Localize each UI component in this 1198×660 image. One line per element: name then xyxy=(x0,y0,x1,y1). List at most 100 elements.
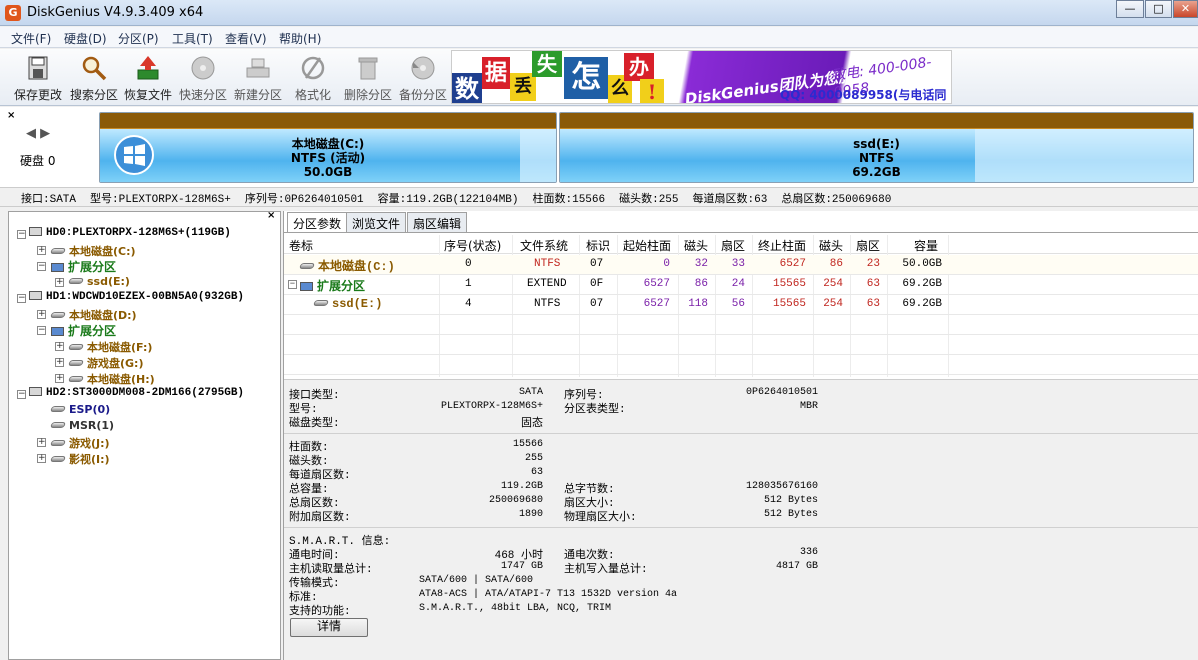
details-button[interactable]: 详情 xyxy=(290,618,368,637)
partition-bar-c[interactable]: 本地磁盘(C:) NTFS (活动) 50.0GB xyxy=(99,112,557,183)
expand-icon[interactable]: + xyxy=(37,246,46,255)
tab-partition-params[interactable]: 分区参数 xyxy=(287,212,348,233)
tree-hd2[interactable]: HD2:ST3000DM008-2DM166(2795GB) xyxy=(29,387,244,399)
tree-partition-g[interactable]: 游戏盘(G:) xyxy=(67,355,143,371)
search-partition-button[interactable]: 搜索分区 xyxy=(67,51,121,105)
menu-help[interactable]: 帮助(H) xyxy=(279,30,321,47)
quick-partition-icon xyxy=(191,56,215,80)
collapse-icon[interactable]: − xyxy=(37,262,46,271)
drive-icon xyxy=(67,278,85,284)
col-end-sector[interactable]: 扇区 xyxy=(856,237,880,254)
expand-icon[interactable]: + xyxy=(55,358,64,367)
expand-icon[interactable]: + xyxy=(55,278,64,287)
table-row-empty xyxy=(284,355,1198,375)
col-filesystem[interactable]: 文件系统 xyxy=(520,237,568,254)
window-title: DiskGenius V4.9.3.409 x64 xyxy=(27,5,204,20)
format-button[interactable]: 格式化 xyxy=(286,51,340,105)
tree-partition-msr[interactable]: MSR(1) xyxy=(49,419,114,432)
expand-icon[interactable]: + xyxy=(55,374,64,383)
col-id[interactable]: 标识 xyxy=(586,237,610,254)
row-capacity: 69.2GB xyxy=(902,298,942,310)
prop-physical-sector-size: 512 Bytes xyxy=(763,509,818,520)
new-partition-label: 新建分区 xyxy=(233,88,282,102)
prop-power-count: 336 xyxy=(799,547,818,558)
col-end-head[interactable]: 磁头 xyxy=(819,237,843,254)
col-start-sector[interactable]: 扇区 xyxy=(721,237,745,254)
drive-icon xyxy=(49,440,67,446)
col-number[interactable]: 序号(状态) xyxy=(444,237,501,254)
new-partition-button[interactable]: 新建分区 xyxy=(231,51,285,105)
collapse-icon[interactable]: − xyxy=(17,390,26,399)
col-start-head[interactable]: 磁头 xyxy=(684,237,708,254)
tree-partition-i[interactable]: 影视(I:) xyxy=(49,451,110,467)
close-disk-map-icon[interactable]: × xyxy=(7,110,15,121)
close-button[interactable]: ✕ xyxy=(1173,0,1198,18)
expand-icon[interactable]: + xyxy=(55,342,64,351)
col-end-cylinder[interactable]: 终止柱面 xyxy=(758,237,806,254)
expand-icon[interactable]: + xyxy=(37,454,46,463)
menu-view[interactable]: 查看(V) xyxy=(225,30,267,47)
collapse-icon[interactable]: − xyxy=(17,294,26,303)
tab-browse-files[interactable]: 浏览文件 xyxy=(346,212,407,232)
col-volume-label[interactable]: 卷标 xyxy=(289,237,313,254)
tree-partition-h[interactable]: 本地磁盘(H:) xyxy=(67,371,155,387)
tab-underline xyxy=(284,232,1198,233)
disk-nav-arrows-icon[interactable]: ◀ ▶ xyxy=(26,126,50,141)
partition-bar-e[interactable]: ssd(E:) NTFS 69.2GB xyxy=(559,112,1194,183)
info-interface: 接口:SATA xyxy=(21,194,77,206)
table-row[interactable]: ssd(E:) 4 NTFS 07 6527 118 56 15565 254 … xyxy=(284,295,1198,315)
tree-partition-esp[interactable]: ESP(0) xyxy=(49,403,110,416)
prop-label: 主机写入量总计: xyxy=(564,564,648,576)
backup-partition-label: 备份分区 xyxy=(398,88,447,102)
collapse-icon[interactable]: − xyxy=(37,326,46,335)
table-row[interactable]: 本地磁盘(C:) 0 NTFS 07 0 32 33 6527 86 23 50… xyxy=(284,255,1198,275)
tree-label: 本地磁盘(F:) xyxy=(87,341,153,354)
drive-icon xyxy=(49,456,67,462)
disk-label: 硬盘 0 xyxy=(20,154,56,168)
col-capacity[interactable]: 容量 xyxy=(914,237,938,254)
delete-partition-button[interactable]: 删除分区 xyxy=(341,51,395,105)
menu-tools[interactable]: 工具(T) xyxy=(172,30,213,47)
tree-partition-e[interactable]: ssd(E:) xyxy=(67,275,130,288)
table-row-empty xyxy=(284,335,1198,355)
menu-bar: 文件(F) 硬盘(D) 分区(P) 工具(T) 查看(V) 帮助(H) xyxy=(0,27,1198,48)
table-row[interactable]: − 扩展分区 1 EXTEND 0F 6527 86 24 15565 254 … xyxy=(284,275,1198,295)
quick-partition-button[interactable]: 快速分区 xyxy=(176,51,230,105)
info-spt: 每道扇区数:63 xyxy=(692,194,768,206)
tree-partition-d[interactable]: 本地磁盘(D:) xyxy=(49,307,137,323)
col-start-cylinder[interactable]: 起始柱面 xyxy=(623,237,671,254)
row-start-sec: 24 xyxy=(731,278,745,290)
drive-icon xyxy=(67,360,85,366)
close-tree-icon[interactable]: × xyxy=(267,210,275,221)
expand-icon[interactable]: + xyxy=(37,310,46,319)
collapse-icon[interactable]: − xyxy=(17,230,26,239)
backup-icon xyxy=(411,56,435,80)
tree-label: 影视(I:) xyxy=(69,453,110,466)
row-end-head: 254 xyxy=(823,298,843,310)
tree-extended-partition[interactable]: 扩展分区 xyxy=(51,258,116,275)
expand-icon[interactable]: + xyxy=(37,438,46,447)
tree-hd0[interactable]: HD0:PLEXTORPX-128M6S+(119GB) xyxy=(29,227,231,239)
maximize-button[interactable]: □ xyxy=(1145,0,1172,18)
prop-standard: ATA8-ACS | ATA/ATAPI-7 T13 1532D version… xyxy=(419,589,678,600)
tree-label: 本地磁盘(D:) xyxy=(69,309,137,322)
tree-hd1[interactable]: HD1:WDCWD10EZEX-00BN5A0(932GB) xyxy=(29,291,244,303)
menu-disk[interactable]: 硬盘(D) xyxy=(64,30,107,47)
tree-partition-j[interactable]: 游戏(J:) xyxy=(49,435,110,451)
ad-banner[interactable]: 数 据 丢 失 怎 么 办 ! DiskGenius团队为您服务! 致电: 40… xyxy=(451,50,952,104)
backup-partition-button[interactable]: 备份分区 xyxy=(396,51,450,105)
minimize-button[interactable]: — xyxy=(1116,0,1144,18)
tab-sector-editor[interactable]: 扇区编辑 xyxy=(407,212,468,232)
menu-partition[interactable]: 分区(P) xyxy=(118,30,159,47)
tree-partition-c[interactable]: 本地磁盘(C:) xyxy=(49,243,136,259)
tree-partition-f[interactable]: 本地磁盘(F:) xyxy=(67,339,153,355)
tree-extended-partition[interactable]: 扩展分区 xyxy=(51,322,116,339)
collapse-icon[interactable]: − xyxy=(288,280,297,289)
save-changes-button[interactable]: 保存更改 xyxy=(11,51,65,105)
row-id: 07 xyxy=(590,258,604,270)
info-serial: 序列号:0P6264010501 xyxy=(244,194,364,206)
drive-icon xyxy=(312,300,330,306)
menu-file[interactable]: 文件(F) xyxy=(11,30,51,47)
app-icon: G xyxy=(5,5,21,21)
recover-files-button[interactable]: 恢复文件 xyxy=(121,51,175,105)
